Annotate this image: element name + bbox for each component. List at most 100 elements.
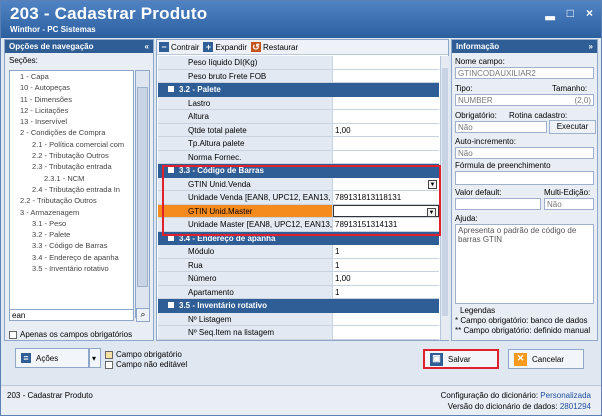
field-name-label: Nome campo: — [455, 57, 505, 66]
row-label: Peso bruto Frete FOB — [158, 69, 333, 82]
tree-item[interactable]: 2.2 - Tributação Outros — [10, 195, 133, 206]
help-label: Ajuda: — [455, 214, 478, 223]
tree-item[interactable]: 3.4 - Endereço de apanha — [10, 252, 133, 263]
row-value[interactable] — [333, 56, 439, 69]
row-value[interactable] — [333, 96, 439, 109]
dict-config-value: Personalizada — [540, 391, 591, 400]
type-value: NUMBER (2,0) — [455, 94, 594, 106]
row-value[interactable] — [333, 110, 439, 123]
sections-label: Seções: — [9, 56, 38, 65]
row-value[interactable] — [333, 69, 439, 82]
size-label: Tamanho: — [552, 84, 588, 93]
row-value[interactable] — [333, 150, 439, 163]
tree-item[interactable]: 3 - Armazenagem — [10, 207, 133, 218]
restore-label: Restaurar — [263, 42, 299, 52]
row-value[interactable]: 1,00 — [333, 272, 439, 285]
tree-scrollbar[interactable] — [135, 70, 150, 318]
save-icon: ▣ — [430, 352, 443, 366]
tree-item[interactable]: 2.2 - Tributação Outros — [10, 150, 133, 161]
main-window: 203 - Cadastrar Produto Winthor - PC Sis… — [0, 0, 602, 416]
grid-row[interactable]: Nº Seq.Item na listagem — [158, 326, 439, 340]
row-label: Número — [158, 272, 333, 285]
actions-label: Ações — [36, 353, 59, 363]
actions-dropdown[interactable]: ▾ — [89, 348, 101, 368]
window-subtitle: Winthor - PC Sistemas — [10, 25, 96, 34]
search-input[interactable]: ean — [9, 309, 134, 321]
tree-item[interactable]: 1 - Capa — [10, 71, 133, 82]
grid-row[interactable]: Lastro — [158, 96, 439, 110]
status-left: 203 - Cadastrar Produto — [7, 391, 93, 400]
tree-item[interactable]: 3.1 - Peso — [10, 218, 133, 229]
tree-item[interactable]: 2.1 - Política comercial com — [10, 139, 133, 150]
restore-button[interactable]: ↺ Restaurar — [251, 42, 298, 52]
grid-row[interactable]: Tp.Altura palete — [158, 137, 439, 151]
row-value[interactable]: 1 — [333, 285, 439, 298]
expand-label: Expandir — [215, 42, 248, 52]
tree-item[interactable]: 12 - Licitações — [10, 105, 133, 116]
dict-config-label: Configuração do dicionário: — [440, 391, 539, 400]
routine-label: Rotina cadastro: — [509, 111, 568, 120]
row-value[interactable] — [333, 326, 439, 339]
collapse-right-icon[interactable]: » — [589, 42, 593, 51]
collapse-icon — [168, 86, 174, 92]
info-panel: Informação » Nome campo: GTINCODAUXILIAR2… — [451, 39, 598, 341]
help-text: Apresenta o padrão de código de barras G… — [455, 224, 594, 304]
grid-scrollbar[interactable] — [440, 56, 449, 340]
row-label: Tp.Altura palete — [158, 137, 333, 150]
category-label: 3.5 - Inventário rotativo — [179, 301, 268, 310]
required-only-checkbox[interactable] — [9, 330, 17, 339]
tree-item[interactable]: 3.2 - Palete — [10, 229, 133, 240]
navigation-panel: Opções de navegação « Seções: 1 - Capa 10… — [4, 39, 154, 341]
row-value[interactable]: 1 — [333, 245, 439, 258]
grid-row[interactable]: Peso bruto Frete FOB — [158, 69, 439, 83]
grid-row[interactable]: Qtde total palete 1,00 — [158, 123, 439, 137]
tree-item[interactable]: 13 - Inservível — [10, 116, 133, 127]
tree-item[interactable]: 10 - Autopeças — [10, 82, 133, 93]
multi-value: Não — [544, 198, 594, 210]
grid-row[interactable]: Nº Listagem — [158, 312, 439, 326]
action-bar: ≡ Ações ▾ Campo obrigatório Campo não edi… — [1, 343, 601, 383]
row-label: Nº Listagem — [158, 312, 333, 325]
expand-button[interactable]: + Expandir — [203, 42, 247, 52]
row-value[interactable]: 1,00 — [333, 123, 439, 136]
formula-value — [455, 171, 594, 185]
grid-row[interactable]: Módulo 1 — [158, 245, 439, 259]
grid-row[interactable]: Número 1,00 — [158, 272, 439, 286]
window-title: 203 - Cadastrar Produto — [10, 4, 208, 23]
tree-item[interactable]: 2.3 - Tributação entrada — [10, 161, 133, 172]
row-value[interactable] — [333, 137, 439, 150]
formula-label: Fórmula de preenchimento — [455, 161, 551, 170]
tree-item[interactable]: 3.5 - Inventário rotativo — [10, 263, 133, 274]
close-button[interactable]: × — [586, 6, 593, 20]
grid-row[interactable]: Apartamento 1 — [158, 285, 439, 299]
search-icon[interactable]: ⌕ — [136, 308, 150, 322]
cancel-button[interactable]: ✕ Cancelar — [508, 349, 584, 369]
grid-row[interactable]: Rua 1 — [158, 258, 439, 272]
actions-button[interactable]: ≡ Ações — [15, 348, 89, 368]
category-palete[interactable]: 3.2 - Palete — [158, 83, 439, 97]
maximize-button[interactable]: □ — [567, 6, 574, 20]
collapse-button[interactable]: − Contrair — [159, 42, 199, 52]
row-value[interactable] — [333, 312, 439, 325]
collapse-icon — [168, 302, 174, 308]
execute-button[interactable]: Executar — [549, 120, 596, 134]
collapse-left-icon[interactable]: « — [145, 42, 149, 51]
grid-row[interactable]: Altura — [158, 110, 439, 124]
category-inventario[interactable]: 3.5 - Inventário rotativo — [158, 299, 439, 313]
grid-row[interactable]: Peso líquido DI(Kg) — [158, 56, 439, 70]
row-label: Lastro — [158, 96, 333, 109]
row-label: Norma Fornec. — [158, 150, 333, 163]
restore-icon: ↺ — [251, 42, 262, 52]
tree-item[interactable]: 11 - Dimensões — [10, 94, 133, 105]
tree-item[interactable]: 2.4 - Tributação entrada In — [10, 184, 133, 195]
tree-item[interactable]: 3.3 - Código de Barras — [10, 240, 133, 251]
grid-row[interactable]: Norma Fornec. — [158, 150, 439, 164]
info-header: Informação — [456, 42, 500, 51]
minimize-button[interactable]: ▂ — [546, 6, 555, 20]
tree-item[interactable]: 2.3.1 - NCM — [10, 173, 133, 184]
sections-tree: 1 - Capa 10 - Autopeças 11 - Dimensões 1… — [9, 70, 134, 318]
row-label: Altura — [158, 110, 333, 123]
tree-item[interactable]: 2 - Condições de Compra — [10, 127, 133, 138]
save-button[interactable]: ▣ Salvar — [423, 349, 499, 369]
row-value[interactable]: 1 — [333, 258, 439, 271]
